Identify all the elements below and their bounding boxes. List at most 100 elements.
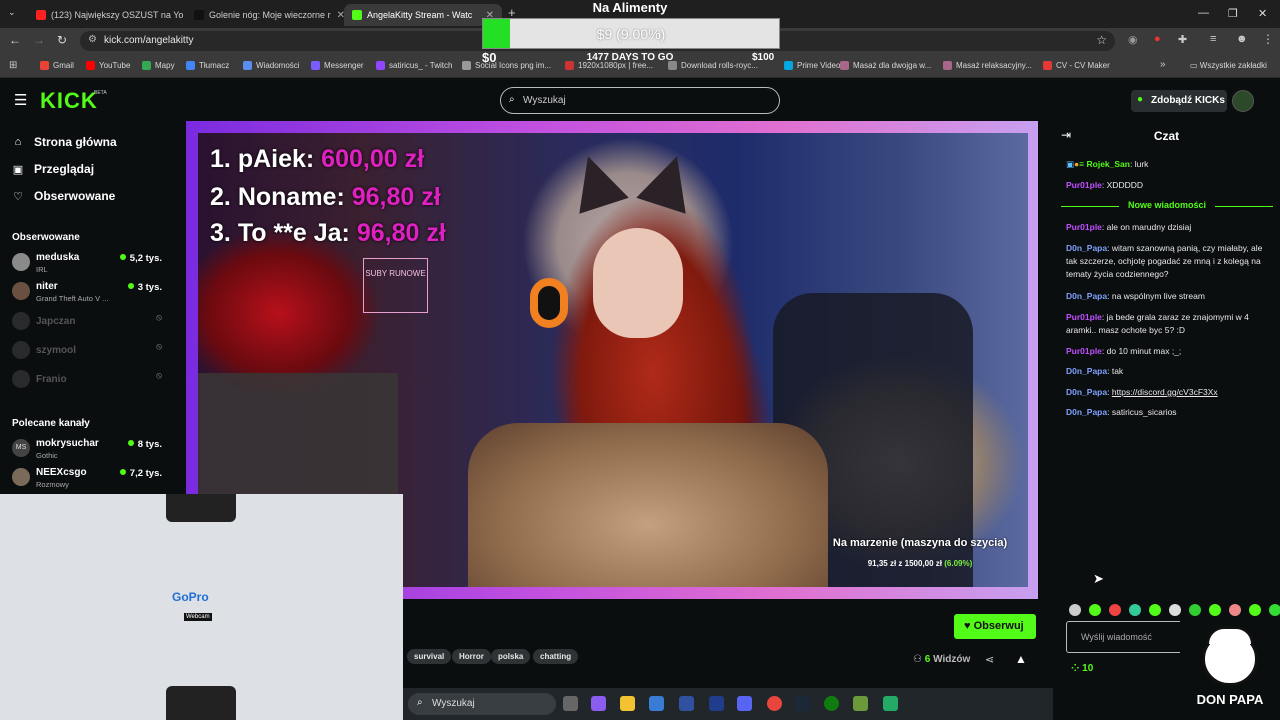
followed-channel[interactable]: Franio ⦸ bbox=[12, 366, 162, 394]
followed-channel[interactable]: niter Grand Theft Auto V ... 3 tys. bbox=[12, 278, 162, 306]
chat-username[interactable]: Pur01ple bbox=[1066, 346, 1102, 356]
bookmark-item[interactable]: Masaż dla dwojga w... bbox=[840, 61, 931, 70]
xbox-icon[interactable] bbox=[824, 696, 839, 711]
emote-icon[interactable] bbox=[1089, 604, 1101, 616]
camera-image bbox=[166, 494, 236, 522]
bookmark-item[interactable]: satiricus_ - Twitch bbox=[376, 61, 452, 70]
share-icon[interactable]: ⋖ bbox=[985, 653, 994, 666]
emote-icon[interactable] bbox=[1169, 604, 1181, 616]
bookmark-item[interactable]: YouTube bbox=[86, 61, 130, 70]
task-view-icon[interactable] bbox=[563, 696, 578, 711]
chat-username[interactable]: D0n_Papa bbox=[1066, 291, 1107, 301]
bookmark-item[interactable]: Wiadomości bbox=[243, 61, 300, 70]
chat-input[interactable]: Wyślij wiadomość bbox=[1066, 621, 1186, 653]
emote-icon[interactable] bbox=[1209, 604, 1221, 616]
recommended-channel[interactable]: MS mokrysuchar Gothic 8 tys. bbox=[12, 435, 162, 463]
back-icon[interactable]: ← bbox=[9, 33, 21, 47]
kick-logo[interactable]: KICK bbox=[40, 88, 98, 114]
file-explorer-icon[interactable] bbox=[620, 696, 635, 711]
chat-username[interactable]: D0n_Papa bbox=[1066, 366, 1107, 376]
discord-icon[interactable] bbox=[737, 696, 752, 711]
followed-channel[interactable]: szymool ⦸ bbox=[12, 337, 162, 365]
recommended-channel[interactable]: NEEXcsgo Rozmowy 7,2 tys. bbox=[12, 464, 162, 492]
followed-channel[interactable]: meduska IRL 5,2 tys. bbox=[12, 249, 162, 277]
minecraft-icon[interactable] bbox=[853, 696, 868, 711]
bookmark-favicon-icon bbox=[311, 61, 320, 70]
store-icon[interactable] bbox=[649, 696, 664, 711]
chat-username[interactable]: D0n_Papa bbox=[1066, 243, 1107, 253]
chat-username[interactable]: Rojek_San bbox=[1087, 159, 1130, 169]
chat-username[interactable]: Pur01ple bbox=[1066, 222, 1102, 232]
minimize-icon[interactable]: — bbox=[1198, 7, 1209, 19]
extension-icon[interactable]: ◉ bbox=[1128, 33, 1138, 46]
close-window-icon[interactable]: ✕ bbox=[1258, 7, 1267, 20]
taskbar-search[interactable]: ⌕ Wyszukaj bbox=[408, 693, 556, 715]
leaderboard-amount: 600,00 zł bbox=[321, 145, 425, 173]
reload-icon[interactable]: ↻ bbox=[57, 33, 67, 47]
stream-tag[interactable]: chatting bbox=[533, 649, 579, 664]
chat-text: na wspólnym live stream bbox=[1111, 291, 1205, 301]
more-bookmarks-icon[interactable]: » bbox=[1160, 59, 1166, 70]
emote-icon[interactable] bbox=[1129, 604, 1141, 616]
menu-icon[interactable]: ⋮ bbox=[1262, 32, 1274, 46]
bookmark-item[interactable]: Masaż relaksacyjny... bbox=[943, 61, 1032, 70]
copilot-icon[interactable] bbox=[591, 696, 606, 711]
site-info-icon[interactable]: ⚙ bbox=[88, 34, 97, 45]
extension-icon[interactable]: ● bbox=[1154, 33, 1161, 45]
emote-icon[interactable] bbox=[1269, 604, 1280, 616]
channel-points[interactable]: ⁘ 10 bbox=[1071, 663, 1093, 674]
app-icon[interactable] bbox=[883, 696, 898, 711]
sidebar-item-browse[interactable]: ▣ Przeglądaj bbox=[12, 162, 94, 176]
chat-link[interactable]: https://discord.gg/cV3cF3Xx bbox=[1112, 387, 1218, 397]
emote-icon[interactable] bbox=[1249, 604, 1261, 616]
steam-icon[interactable] bbox=[795, 696, 810, 711]
emote-icon[interactable] bbox=[1109, 604, 1121, 616]
puzzle-icon[interactable]: ✚ bbox=[1178, 33, 1187, 46]
channel-name: Franio bbox=[36, 374, 67, 385]
emote-icon[interactable] bbox=[1149, 604, 1161, 616]
tab-search-icon[interactable]: ≡ bbox=[1210, 33, 1216, 45]
tab-list-icon[interactable]: ⌄ bbox=[8, 7, 16, 18]
stream-tag[interactable]: Horror bbox=[452, 649, 491, 664]
chat-username[interactable]: Pur01ple bbox=[1066, 180, 1102, 190]
apps-grid-icon[interactable]: ⊞ bbox=[9, 60, 17, 71]
new-messages-divider[interactable]: Nowe wiadomości bbox=[1061, 200, 1273, 210]
search-input[interactable]: ⌕ Wyszukaj bbox=[500, 87, 780, 114]
sidebar-item-following[interactable]: ♡ Obserwowane bbox=[12, 189, 115, 203]
maximize-icon[interactable]: ❐ bbox=[1228, 7, 1238, 20]
emote-icon[interactable] bbox=[1189, 604, 1201, 616]
bookmark-item[interactable]: Mapy bbox=[142, 61, 175, 70]
sidebar-item-home[interactable]: ⌂ Strona główna bbox=[12, 135, 117, 149]
bookmark-item[interactable]: Social Icons png im... bbox=[462, 61, 551, 70]
bookmark-item[interactable]: Tłumacz bbox=[186, 61, 229, 70]
stream-tag[interactable]: survival bbox=[407, 649, 452, 664]
bookmark-item[interactable]: Gmail bbox=[40, 61, 74, 70]
chrome-icon[interactable] bbox=[767, 696, 782, 711]
bookmark-item[interactable]: Messenger bbox=[311, 61, 364, 70]
followed-channel[interactable]: Japczan ⦸ bbox=[12, 308, 162, 336]
chat-username[interactable]: D0n_Papa bbox=[1066, 407, 1107, 417]
profile-icon[interactable]: ☻ bbox=[1236, 33, 1248, 45]
emote-icon[interactable] bbox=[1229, 604, 1241, 616]
browser-tab[interactable]: Golenie nóg: Moje wieczorne r ✕ bbox=[186, 4, 344, 26]
app-icon[interactable] bbox=[679, 696, 694, 711]
browser-tab-active[interactable]: AngelaKitty Stream - Watc ✕ bbox=[344, 4, 502, 26]
close-tab-icon[interactable]: ✕ bbox=[331, 10, 344, 21]
browser-tab[interactable]: (123) Największy OSZUST na Yo ✕ bbox=[28, 4, 186, 26]
follow-button[interactable]: ♥ Obserwuj bbox=[954, 614, 1036, 639]
star-icon[interactable]: ☆ bbox=[1096, 33, 1107, 47]
hamburger-menu-icon[interactable]: ☰ bbox=[14, 91, 27, 109]
l-app-icon[interactable] bbox=[709, 696, 724, 711]
report-icon[interactable]: ▲ bbox=[1015, 652, 1027, 666]
forward-icon[interactable]: → bbox=[33, 33, 45, 47]
bookmark-item[interactable]: CV - CV Maker bbox=[1043, 61, 1110, 70]
stream-tag[interactable]: polska bbox=[491, 649, 531, 664]
all-bookmarks-button[interactable]: ▭ Wszystkie zakładki bbox=[1190, 61, 1267, 70]
user-avatar[interactable] bbox=[1232, 90, 1254, 112]
offline-icon: ⦸ bbox=[156, 370, 162, 380]
chat-username[interactable]: D0n_Papa bbox=[1066, 387, 1107, 397]
chat-username[interactable]: Pur01ple bbox=[1066, 312, 1102, 322]
emote-icon[interactable] bbox=[1069, 604, 1081, 616]
get-kicks-button[interactable]: ● Zdobądź KICKs bbox=[1131, 90, 1227, 112]
bookmark-item[interactable]: Prime Video bbox=[784, 61, 840, 70]
